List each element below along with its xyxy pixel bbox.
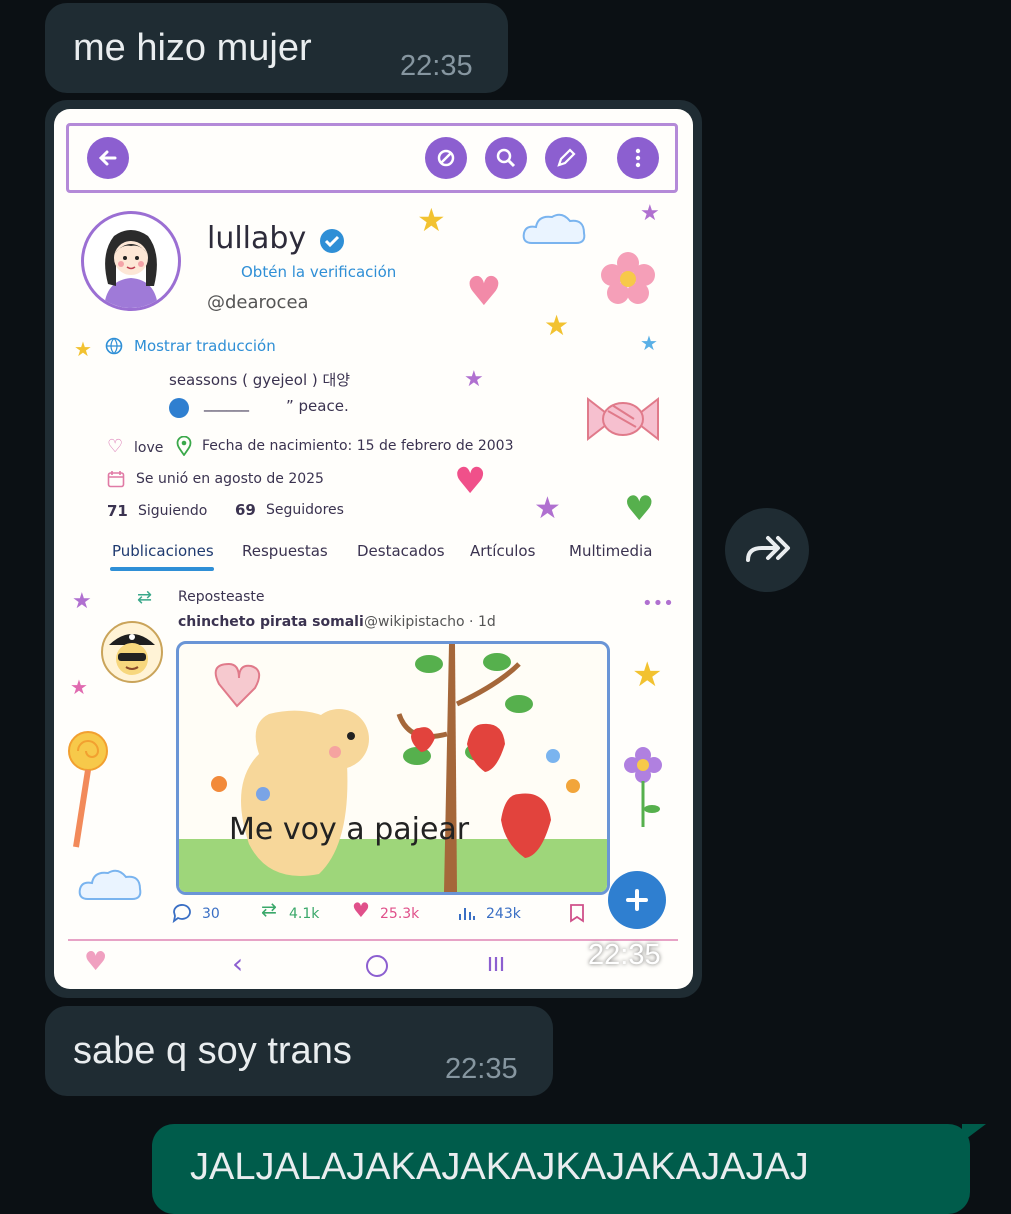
message-time: 22:35 (445, 1053, 518, 1085)
globe-icon (105, 337, 123, 359)
pencil-icon (545, 137, 587, 179)
following-label: Siguiendo (138, 503, 208, 519)
repost-count: 4.1k (289, 906, 320, 922)
search-icon (485, 137, 527, 179)
star-icon: ★ (74, 337, 92, 361)
forward-button[interactable] (725, 508, 809, 592)
bio-line-2: ” peace. (286, 397, 349, 415)
profile-joined: Se unió en agosto de 2025 (136, 471, 324, 487)
star-icon: ★ (544, 309, 570, 342)
verified-badge-icon (318, 227, 346, 259)
heart-icon: ♥ (466, 269, 502, 315)
star-icon: ★ (417, 201, 446, 239)
followers-count: 69 (235, 501, 256, 519)
repost-icon: ⇄ (261, 899, 277, 921)
post-author: chincheto pirata somali (178, 614, 364, 630)
star-icon: ★ (70, 675, 88, 699)
profile-birthday: Fecha de nacimiento: 15 de febrero de 20… (202, 438, 514, 454)
app-top-bar (66, 123, 678, 193)
bottom-divider (68, 939, 678, 941)
flower-icon (620, 743, 666, 833)
arrow-left-icon (87, 137, 129, 179)
forward-icon (746, 536, 790, 562)
heart-icon: ♥ (454, 461, 487, 502)
blue-dot-icon (169, 398, 189, 418)
image-message[interactable]: lullaby Obtén la verificación @dearocea … (45, 100, 702, 998)
star-icon: ★ (464, 367, 484, 392)
post-author-avatar (101, 621, 163, 683)
translate-link: Mostrar traducción (134, 337, 276, 355)
post-image: Me voy a pajear (176, 641, 610, 895)
post-image-caption: Me voy a pajear (229, 812, 470, 847)
heart-icon: ♡ (107, 436, 124, 457)
nav-recents-icon (486, 954, 506, 978)
message-text: me hizo mujer (73, 27, 312, 69)
image-time: 22:35 (588, 939, 661, 971)
star-icon: ★ (72, 589, 92, 614)
cloud-icon (520, 209, 590, 253)
flower-icon (598, 249, 658, 313)
candy-icon (578, 389, 668, 453)
verification-link: Obtén la verificación (241, 263, 397, 281)
active-tab-indicator (110, 567, 214, 571)
incoming-message[interactable]: me hizo mujer 22:35 (45, 3, 508, 93)
bio-line-2-blank: ______ (204, 394, 249, 412)
tab-multimedia: Multimedia (569, 542, 653, 560)
star-icon: ★ (632, 655, 663, 695)
calendar-icon (107, 470, 125, 492)
location-icon (176, 435, 192, 460)
tab-destacados: Destacados (357, 542, 445, 560)
cloud-icon (76, 865, 146, 909)
outgoing-message[interactable]: JALJALAJAKAJAKAJKAJAKAJAJAJ (152, 1124, 970, 1214)
repost-icon: ⇄ (137, 587, 153, 608)
tab-respuestas: Respuestas (242, 542, 328, 560)
profile-handle: @dearocea (207, 292, 309, 313)
star-icon: ★ (534, 491, 561, 526)
star-icon: ★ (640, 331, 658, 355)
tab-articulos: Artículos (470, 542, 536, 560)
plus-icon (608, 871, 666, 929)
repost-label: Reposteaste (178, 589, 265, 605)
followers-label: Seguidores (266, 502, 344, 518)
avatar (81, 211, 181, 311)
views-count: 243k (486, 906, 521, 922)
bubble-tail (962, 1124, 986, 1142)
message-text: sabe q soy trans (73, 1030, 352, 1072)
like-count: 25.3k (380, 906, 420, 922)
following-count: 71 (107, 502, 128, 520)
like-icon: ♥ (352, 898, 370, 922)
bookmark-icon (568, 903, 586, 927)
profile-name: lullaby (207, 221, 307, 256)
star-icon: ★ (640, 201, 660, 226)
post-author-handle: @wikipistacho · 1d (364, 614, 496, 630)
bio-line-1: seassons ( gyejeol ) 대양 (169, 371, 351, 389)
heart-icon: ♥ (624, 489, 655, 529)
heart-icon: ♥ (84, 947, 108, 977)
message-text: JALJALAJAKAJAKAJKAJAKAJAJAJ (190, 1146, 809, 1188)
nav-home-icon (366, 955, 388, 977)
reply-count: 30 (202, 906, 220, 922)
shared-image[interactable]: lullaby Obtén la verificación @dearocea … (54, 109, 693, 989)
lollipop-icon (66, 729, 110, 853)
nav-back-icon: ‹ (232, 947, 244, 980)
profile-love: love (134, 440, 164, 456)
message-time: 22:35 (400, 50, 473, 82)
views-icon (458, 905, 476, 925)
more-vertical-icon (617, 137, 659, 179)
incoming-message[interactable]: sabe q soy trans 22:35 (45, 1006, 553, 1096)
slash-circle-icon (425, 137, 467, 179)
tab-publicaciones: Publicaciones (112, 542, 214, 560)
dots-icon: ••• (642, 593, 674, 614)
reply-icon (171, 902, 193, 928)
